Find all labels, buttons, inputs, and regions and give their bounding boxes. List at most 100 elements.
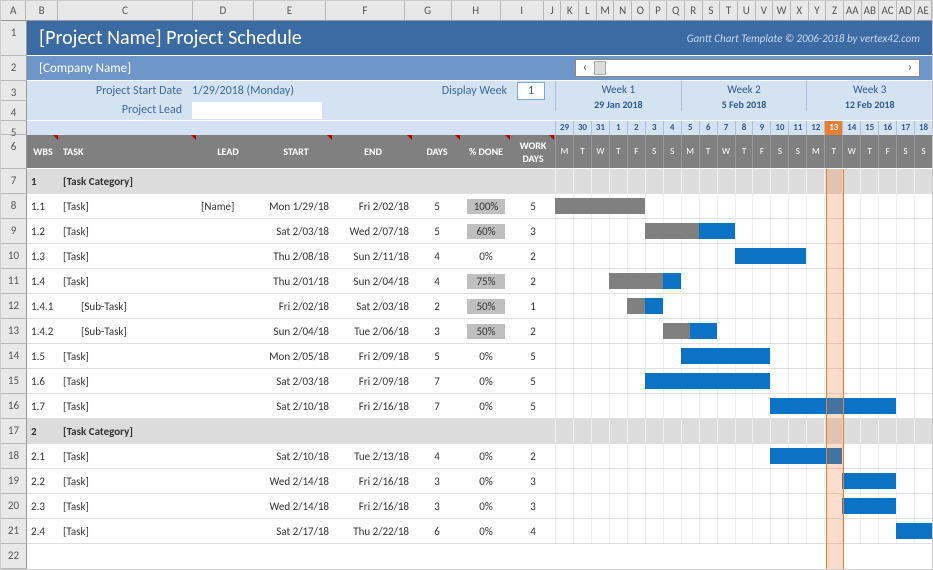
row-header-20[interactable]: 20 (1, 494, 27, 519)
col-header-V[interactable]: V (756, 1, 774, 20)
gantt-bar[interactable] (896, 523, 932, 539)
row-header-3[interactable]: 3 (1, 81, 27, 101)
row-header-17[interactable]: 17 (1, 419, 27, 444)
col-header-K[interactable]: K (561, 1, 579, 20)
percent-done[interactable]: 0% (467, 374, 505, 389)
col-header-AD[interactable]: AD (897, 1, 915, 20)
col-header-M[interactable]: M (597, 1, 615, 20)
col-header-Y[interactable]: Y (809, 1, 827, 20)
display-week-input[interactable]: 1 (517, 82, 545, 100)
col-header-D[interactable]: D (193, 1, 254, 20)
col-header-Q[interactable]: Q (667, 1, 685, 20)
percent-done[interactable]: 0% (467, 449, 505, 464)
row-header-19[interactable]: 19 (1, 469, 27, 494)
row-header-10[interactable]: 10 (1, 244, 27, 269)
percent-done[interactable]: 60% (467, 224, 505, 239)
percent-done[interactable]: 0% (467, 499, 505, 514)
project-title[interactable]: [Project Name] Project Schedule (39, 26, 302, 50)
row-header-2[interactable]: 2 (1, 56, 27, 81)
percent-done[interactable]: 0% (467, 524, 505, 539)
gantt-bar[interactable] (735, 248, 807, 264)
row-header-8[interactable]: 8 (1, 194, 27, 219)
task-row[interactable]: 1.4.1[Sub-Task]Fri 2/02/18Sat 2/03/18250… (27, 294, 932, 319)
task-row[interactable]: 1.3[Task]Thu 2/08/18Sun 2/11/1840%2 (27, 244, 932, 269)
row-header-18[interactable]: 18 (1, 444, 27, 469)
row-header-14[interactable]: 14 (1, 344, 27, 369)
header-task[interactable]: TASK (59, 135, 197, 168)
task-row[interactable]: 1.4.2[Sub-Task]Sun 2/04/18Tue 2/06/18350… (27, 319, 932, 344)
gantt-bar[interactable] (645, 223, 735, 239)
row-header-16[interactable]: 16 (1, 394, 27, 419)
row-header-12[interactable]: 12 (1, 294, 27, 319)
percent-done[interactable]: 100% (467, 199, 505, 214)
header-days[interactable]: DAYS (413, 135, 461, 168)
col-header-AB[interactable]: AB (862, 1, 880, 20)
gantt-bar[interactable] (609, 273, 681, 289)
col-header-B[interactable]: B (26, 1, 57, 20)
col-header-I[interactable]: I (501, 1, 544, 20)
row-header-21[interactable]: 21 (1, 519, 27, 544)
col-header-J[interactable]: J (544, 1, 562, 20)
col-header-S[interactable]: S (703, 1, 721, 20)
gantt-bar[interactable] (663, 323, 717, 339)
percent-done[interactable]: 0% (467, 474, 505, 489)
lead-input[interactable] (192, 102, 322, 119)
percent-done[interactable]: 50% (467, 324, 505, 339)
row-header-13[interactable]: 13 (1, 319, 27, 344)
col-header-U[interactable]: U (738, 1, 756, 20)
gantt-bar[interactable] (842, 473, 896, 489)
gantt-bar[interactable] (645, 373, 771, 389)
task-row[interactable]: 1.6[Task]Sat 2/03/18Fri 2/09/1870%5 (27, 369, 932, 394)
row-header-22[interactable]: 22 (1, 544, 27, 569)
row-header-11[interactable]: 11 (1, 269, 27, 294)
col-header-Z[interactable]: Z (826, 1, 844, 20)
percent-done[interactable]: 75% (467, 274, 505, 289)
col-header-P[interactable]: P (650, 1, 668, 20)
header-work[interactable]: WORK DAYS (511, 135, 555, 168)
col-header-E[interactable]: E (254, 1, 326, 20)
scroll-right-icon[interactable]: › (901, 60, 919, 76)
header-lead[interactable]: LEAD (197, 135, 259, 168)
gantt-bar[interactable] (555, 198, 645, 214)
category-row[interactable]: 1[Task Category] (27, 169, 932, 194)
row-header-9[interactable]: 9 (1, 219, 27, 244)
row-header-4[interactable]: 4 (1, 101, 27, 121)
col-header-AC[interactable]: AC (879, 1, 897, 20)
gantt-bar[interactable] (681, 348, 771, 364)
header-start[interactable]: START (259, 135, 333, 168)
row-header-15[interactable]: 15 (1, 369, 27, 394)
col-header-O[interactable]: O (632, 1, 650, 20)
task-row[interactable]: 2.4[Task]Sat 2/17/18Thu 2/22/1860%4 (27, 519, 932, 544)
scroll-left-icon[interactable]: ‹ (576, 60, 594, 76)
col-header-C[interactable]: C (58, 1, 193, 20)
col-header-R[interactable]: R (685, 1, 703, 20)
gantt-bar[interactable] (770, 398, 896, 414)
task-row[interactable]: 2.3[Task]Wed 2/14/18Fri 2/16/1830%3 (27, 494, 932, 519)
col-header-N[interactable]: N (614, 1, 632, 20)
row-header-5[interactable]: 5 (1, 121, 27, 135)
task-row[interactable]: 2.1[Task]Sat 2/10/18Tue 2/13/1840%2 (27, 444, 932, 469)
scrollbar-horizontal[interactable]: ‹ › (575, 59, 920, 77)
row-header-6[interactable]: 6 (1, 135, 27, 169)
gantt-bar[interactable] (627, 298, 663, 314)
col-header-T[interactable]: T (720, 1, 738, 20)
percent-done[interactable]: 0% (467, 399, 505, 414)
row-header-1[interactable]: 1 (1, 21, 27, 56)
header-end[interactable]: END (333, 135, 413, 168)
gantt-bar[interactable] (842, 498, 896, 514)
scroll-thumb[interactable] (594, 61, 606, 75)
category-row[interactable]: 2[Task Category] (27, 419, 932, 444)
company-name[interactable]: [Company Name] (39, 61, 131, 76)
task-row[interactable]: 2.2[Task]Wed 2/14/18Fri 2/16/1830%3 (27, 469, 932, 494)
gantt-bar[interactable] (770, 448, 842, 464)
col-header-AA[interactable]: AA (844, 1, 862, 20)
header-wbs[interactable]: WBS (27, 135, 59, 168)
col-header-G[interactable]: G (405, 1, 452, 20)
col-header-W[interactable]: W (773, 1, 791, 20)
percent-done[interactable]: 0% (467, 349, 505, 364)
percent-done[interactable]: 50% (467, 299, 505, 314)
col-header-A[interactable]: A (1, 1, 26, 20)
col-header-X[interactable]: X (791, 1, 809, 20)
col-header-F[interactable]: F (326, 1, 404, 20)
task-row[interactable]: 1.1[Task][Name]Mon 1/29/18Fri 2/02/18510… (27, 194, 932, 219)
